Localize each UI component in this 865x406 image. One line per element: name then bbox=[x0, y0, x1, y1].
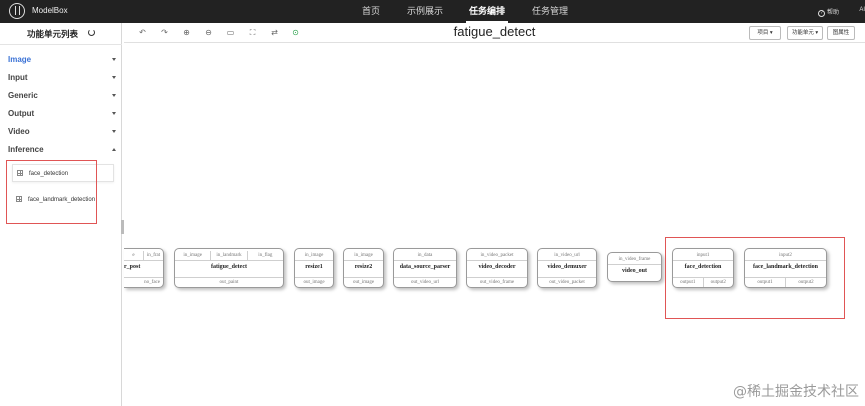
input-port[interactable]: in_video_url bbox=[538, 251, 596, 260]
input-port[interactable]: in_video_packet bbox=[467, 251, 527, 260]
help-link[interactable]: ? 帮助 bbox=[817, 7, 839, 17]
node-output-ports: out_paint bbox=[175, 277, 283, 287]
node-output-ports: no_face bbox=[124, 277, 163, 287]
highlight-annotation bbox=[665, 237, 845, 319]
node-input-ports: in_image bbox=[295, 251, 333, 261]
brand-name: ModelBox bbox=[32, 6, 68, 15]
input-port[interactable]: e bbox=[124, 251, 143, 260]
category-label: Generic bbox=[8, 91, 38, 100]
category-inference[interactable]: Inference bbox=[8, 145, 116, 157]
flow-node-video-decoder[interactable]: in_video_packet video_decoder out_video_… bbox=[466, 248, 528, 288]
sidebar-divider bbox=[0, 44, 122, 45]
node-name: video_decoder bbox=[478, 264, 516, 270]
category-label: Video bbox=[8, 127, 30, 136]
flow-node-video-out[interactable]: in_video_frame video_out bbox=[607, 252, 662, 282]
node-input-ports: in_data bbox=[394, 251, 456, 261]
chevron-up-icon bbox=[112, 148, 116, 151]
input-port[interactable]: in_image bbox=[344, 251, 383, 260]
node-output-ports: out_image bbox=[344, 277, 383, 287]
flow-node-resize1[interactable]: in_image resize1 out_image bbox=[294, 248, 334, 288]
category-label: Output bbox=[8, 109, 35, 118]
node-name: r_post bbox=[124, 264, 141, 270]
flow-node-r-post[interactable]: e in_frat r_post no_face bbox=[124, 248, 164, 288]
node-input-ports: in_image in_landmark in_flag bbox=[175, 251, 283, 261]
flow-node-resize2[interactable]: in_image resize2 out_image bbox=[343, 248, 384, 288]
category-video[interactable]: Video bbox=[8, 127, 116, 139]
input-port[interactable]: in_flag bbox=[246, 251, 283, 260]
node-input-ports: in_video_packet bbox=[467, 251, 527, 261]
nav-tab-task-orchestration[interactable]: 任务编排 bbox=[466, 0, 508, 23]
node-input-ports: in_video_url bbox=[538, 251, 596, 261]
node-input-ports: in_video_frame bbox=[608, 255, 661, 265]
sidebar-title: 功能单元列表 bbox=[27, 29, 79, 39]
help-label: 帮助 bbox=[826, 10, 839, 16]
node-output-ports: out_image bbox=[295, 277, 333, 287]
user-menu[interactable]: AI bbox=[859, 7, 865, 13]
input-port[interactable]: in_frat bbox=[143, 251, 163, 260]
node-name: resize1 bbox=[305, 264, 323, 270]
output-port[interactable]: out_image bbox=[295, 278, 333, 287]
category-input[interactable]: Input bbox=[8, 73, 116, 85]
help-icon: ? bbox=[817, 10, 825, 17]
watermark: @稀土掘金技术社区 bbox=[733, 384, 859, 400]
flow-node-data-source-parser[interactable]: in_data data_source_parser out_video_url bbox=[393, 248, 457, 288]
highlight-annotation bbox=[6, 160, 97, 224]
category-output[interactable]: Output bbox=[8, 109, 116, 121]
editor-toolbar: ↶ ↷ ⊕ ⊖ ▭ ⛶ ⇄ ⊙ fatigue_detect 项目 ▾ 功能单元… bbox=[124, 23, 865, 43]
output-port[interactable]: out_paint bbox=[175, 278, 283, 287]
output-port[interactable]: out_video_frame bbox=[467, 278, 527, 287]
modelbox-logo-icon[interactable] bbox=[9, 3, 25, 19]
input-port[interactable]: in_image bbox=[175, 251, 210, 260]
graph-properties-button[interactable]: 图属性 bbox=[827, 26, 855, 40]
category-label: Input bbox=[8, 73, 28, 82]
output-port[interactable]: out_video_packet bbox=[538, 278, 596, 287]
node-output-ports: out_video_packet bbox=[538, 277, 596, 287]
chevron-down-icon bbox=[112, 112, 116, 115]
function-unit-menu-button[interactable]: 功能单元 ▾ bbox=[787, 26, 823, 40]
input-port[interactable]: in_data bbox=[394, 251, 456, 260]
top-nav-bar: ModelBox 首页 示例展示 任务编排 任务管理 ? 帮助 AI bbox=[0, 0, 865, 23]
node-name: video_demuxer bbox=[547, 264, 587, 270]
nav-tab-task-management[interactable]: 任务管理 bbox=[529, 0, 571, 23]
input-port[interactable]: in_landmark bbox=[210, 251, 246, 260]
input-port[interactable]: in_video_frame bbox=[608, 255, 661, 264]
nav-tab-examples[interactable]: 示例展示 bbox=[404, 0, 446, 23]
flow-node-video-demuxer[interactable]: in_video_url video_demuxer out_video_pac… bbox=[537, 248, 597, 288]
node-name: video_out bbox=[621, 268, 647, 274]
output-port[interactable]: out_video_url bbox=[394, 278, 456, 287]
project-menu-button[interactable]: 项目 ▾ bbox=[749, 26, 781, 40]
category-generic[interactable]: Generic bbox=[8, 91, 116, 103]
nav-tab-home[interactable]: 首页 bbox=[356, 0, 386, 23]
category-label: Image bbox=[8, 55, 32, 64]
chevron-down-icon bbox=[112, 58, 116, 61]
node-name: data_source_parser bbox=[399, 264, 451, 270]
node-name: fatigue_detect bbox=[211, 264, 247, 270]
function-unit-sidebar: 功能单元列表 Image Input Generic Output Video … bbox=[0, 23, 122, 406]
chevron-down-icon bbox=[112, 94, 116, 97]
output-port[interactable]: no_face bbox=[124, 278, 163, 287]
output-port[interactable]: out_image bbox=[344, 278, 383, 287]
node-name: resize2 bbox=[354, 264, 373, 270]
flow-node-fatigue-detect[interactable]: in_image in_landmark in_flag fatigue_det… bbox=[174, 248, 284, 288]
flow-canvas[interactable]: e in_frat r_post no_face in_image in_lan… bbox=[124, 43, 865, 406]
input-port[interactable]: in_image bbox=[295, 251, 333, 260]
node-output-ports: out_video_frame bbox=[467, 277, 527, 287]
category-label: Inference bbox=[8, 145, 44, 154]
node-input-ports: in_image bbox=[344, 251, 383, 261]
category-image[interactable]: Image bbox=[8, 55, 116, 67]
node-input-ports: e in_frat bbox=[124, 251, 163, 261]
chevron-down-icon bbox=[112, 76, 116, 79]
refresh-icon[interactable] bbox=[88, 29, 95, 36]
node-output-ports: out_video_url bbox=[394, 277, 456, 287]
chevron-down-icon bbox=[112, 130, 116, 133]
